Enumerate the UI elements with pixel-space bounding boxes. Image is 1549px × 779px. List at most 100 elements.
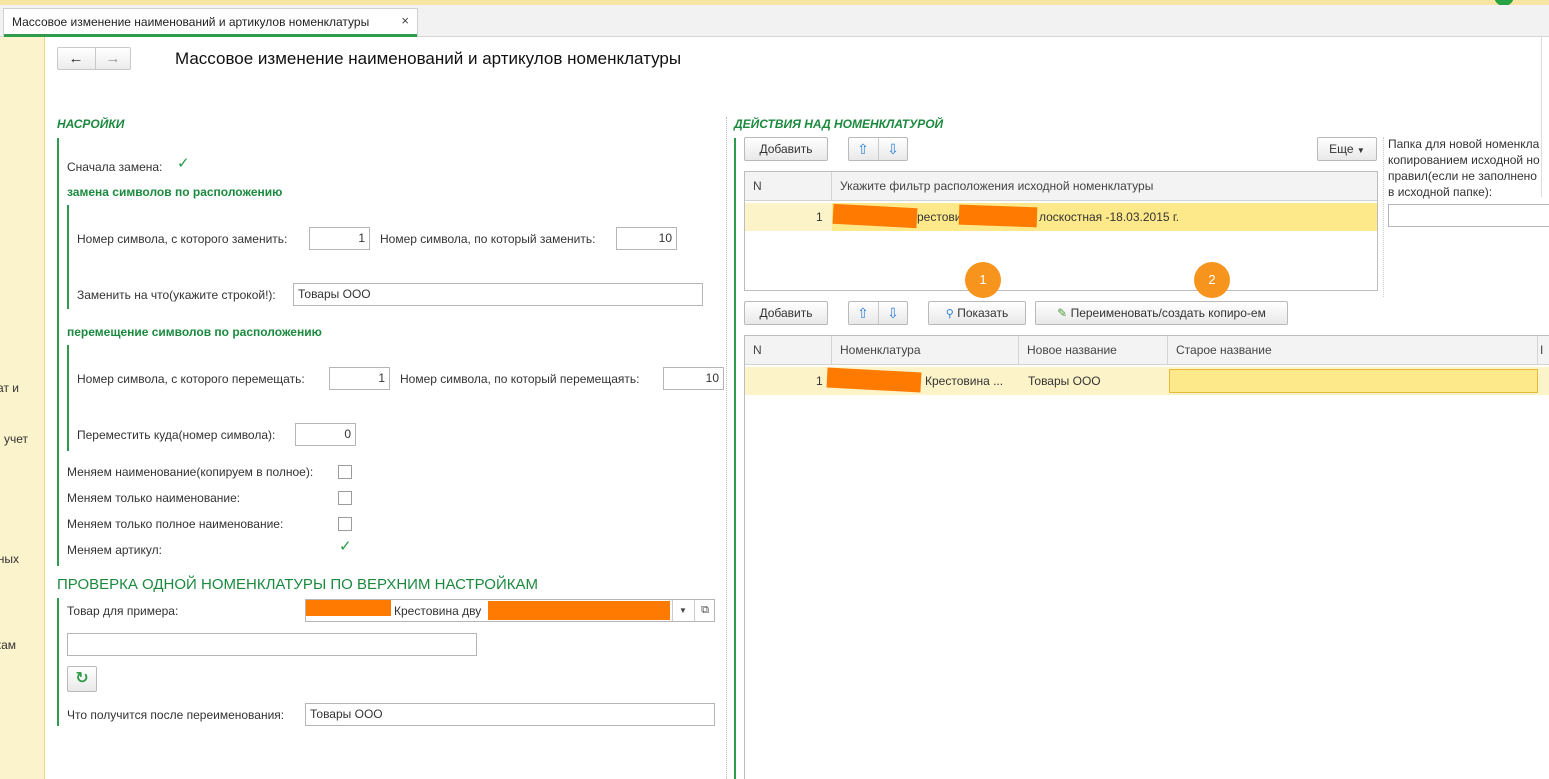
product-label: Товар для примера: <box>67 604 179 618</box>
page-title: Массовое изменение наименований и артику… <box>175 49 682 68</box>
checkbox-label: Меняем артикул: <box>67 543 162 557</box>
sidebar-item[interactable]: учет <box>4 432 28 446</box>
show-button[interactable]: ⚲ Показать <box>928 301 1026 325</box>
move-section-heading: перемещение символов по расположению <box>67 325 322 339</box>
pencil-icon: ✎ <box>1057 306 1068 320</box>
close-icon[interactable]: × <box>401 13 409 28</box>
redaction <box>306 600 391 616</box>
move-to-label: Номер символа, по который перемещаять: <box>400 372 640 386</box>
refresh-icon: ↻ <box>75 670 89 687</box>
rename-full-only-checkbox[interactable] <box>338 517 352 531</box>
replace-with-field[interactable]: Товары ООО <box>293 283 703 306</box>
check-icon: ✓ <box>339 538 352 555</box>
move-to-field[interactable]: 10 <box>663 367 724 390</box>
column-header[interactable]: N <box>745 172 832 201</box>
filter-table: N Укажите фильтр расположения исходной н… <box>744 171 1378 291</box>
group-line <box>67 345 69 451</box>
result-label: Что получится после переименования: <box>67 708 285 722</box>
product-select[interactable]: Крестовина дву ▼ ⧉ <box>305 599 715 622</box>
sidebar-item[interactable]: ных <box>0 552 19 566</box>
column-header[interactable]: Укажите фильтр расположения исходной ном… <box>832 172 1377 201</box>
rename-copy-full-checkbox[interactable] <box>338 465 352 479</box>
open-form-icon[interactable]: ⧉ <box>694 600 714 621</box>
move-up-icon[interactable]: ⇧ <box>849 304 877 322</box>
group-line <box>734 138 736 779</box>
replace-section-heading: замена символов по расположению <box>67 185 283 199</box>
folder-label-line: Папка для новой номенкла <box>1388 137 1540 151</box>
column-header[interactable]: I <box>1538 336 1549 365</box>
refresh-button[interactable]: ↻ <box>67 666 97 692</box>
add-item-button[interactable]: Добавить <box>744 301 828 325</box>
column-header[interactable]: Номенклатура <box>832 336 1019 365</box>
row-number: 1 <box>816 374 823 388</box>
replace-to-field[interactable]: 10 <box>616 227 677 250</box>
checkbox-label: Меняем наименование(копируем в полное): <box>67 465 314 479</box>
back-arrow-icon[interactable]: ← <box>58 49 94 69</box>
folder-field[interactable] <box>1388 204 1549 227</box>
replace-first-checkbox[interactable]: ✓ <box>176 155 190 172</box>
actions-heading: ДЕЙСТВИЯ НАД НОМЕНКЛАТУРОЙ <box>734 117 944 131</box>
column-header[interactable]: N <box>745 336 832 365</box>
move-where-field[interactable]: 0 <box>295 423 356 446</box>
divider <box>1541 37 1542 197</box>
move-down-icon[interactable]: ⇩ <box>879 140 907 158</box>
move-from-label: Номер символа, с которого перемещать: <box>77 372 305 386</box>
rename-short-only-checkbox[interactable] <box>338 491 352 505</box>
sidebar-item[interactable]: ат и <box>0 381 19 395</box>
chevron-down-icon: ▼ <box>1356 146 1365 155</box>
move-filter-buttons: ⇧ ⇩ <box>848 137 908 161</box>
redaction <box>488 601 670 620</box>
result-field[interactable]: Товары ООО <box>305 703 715 726</box>
old-name-cell[interactable] <box>1169 369 1538 393</box>
folder-label-line: в исходной папке): <box>1388 185 1493 199</box>
step-badge-1: 1 <box>965 262 1001 298</box>
column-header[interactable]: Новое название <box>1019 336 1168 365</box>
folder-label-line: копированием исходной но <box>1388 153 1540 167</box>
checkbox-label: Меняем только наименование: <box>67 491 241 505</box>
new-name: Товары ООО <box>1028 374 1101 388</box>
move-from-field[interactable]: 1 <box>329 367 390 390</box>
settings-heading: НАСРОЙКИ <box>57 117 125 131</box>
redaction <box>958 204 1038 228</box>
filter-part: лоскостная -18.03.2015 г. <box>1039 210 1180 224</box>
show-icon: ⚲ <box>945 308 954 320</box>
more-button[interactable]: Еще ▼ <box>1317 137 1377 161</box>
tab-title: Массовое изменение наименований и артику… <box>12 15 370 29</box>
tab-active[interactable]: Массовое изменение наименований и артику… <box>3 8 418 37</box>
replace-with-label: Заменить на что(укажите строкой!): <box>77 288 276 302</box>
add-filter-button[interactable]: Добавить <box>744 137 828 161</box>
table-row[interactable]: 1 Крестовина ... Товары ООО <box>745 367 1549 395</box>
replace-from-label: Номер символа, с которого заменить: <box>77 232 288 246</box>
sidebar: ат и учет ных кам <box>0 37 45 779</box>
move-up-icon[interactable]: ⇧ <box>849 140 877 158</box>
group-line <box>57 598 59 726</box>
show-label: Показать <box>957 306 1009 320</box>
folder-label-line: правил(если не заполнено <box>1388 169 1537 183</box>
column-header[interactable]: Старое название <box>1168 336 1538 365</box>
rename-button[interactable]: ✎ Переименовать/создать копиро-ем <box>1035 301 1288 325</box>
row-number: 1 <box>816 210 823 224</box>
step-badge-2: 2 <box>1194 262 1230 298</box>
replace-to-label: Номер символа, по который заменить: <box>380 232 596 246</box>
redaction <box>832 203 918 229</box>
change-article-checkbox[interactable]: ✓ <box>338 538 352 555</box>
sidebar-item[interactable]: кам <box>0 638 16 652</box>
check-heading: ПРОВЕРКА ОДНОЙ НОМЕНКЛАТУРЫ ПО ВЕРХНИМ Н… <box>57 576 538 593</box>
redaction <box>826 367 922 393</box>
tab-underline <box>4 34 417 37</box>
move-where-label: Переместить куда(номер символа): <box>77 428 276 442</box>
more-label: Еще <box>1329 142 1354 156</box>
items-table: N Номенклатура Новое название Старое наз… <box>744 335 1549 779</box>
preview-field[interactable] <box>67 633 477 656</box>
group-line <box>57 138 59 566</box>
divider <box>1383 137 1384 297</box>
forward-arrow-icon[interactable]: → <box>95 49 131 69</box>
item-name: Крестовина ... <box>925 374 1004 388</box>
move-item-buttons: ⇧ ⇩ <box>848 301 908 325</box>
dropdown-arrow-icon[interactable]: ▼ <box>672 600 693 621</box>
move-down-icon[interactable]: ⇩ <box>879 304 907 322</box>
nav-buttons: ← → <box>57 47 131 70</box>
group-line <box>67 205 69 309</box>
replace-from-field[interactable]: 1 <box>309 227 370 250</box>
table-row[interactable]: 1 рестовин лоскостная -18.03.2015 г. <box>745 203 1377 231</box>
